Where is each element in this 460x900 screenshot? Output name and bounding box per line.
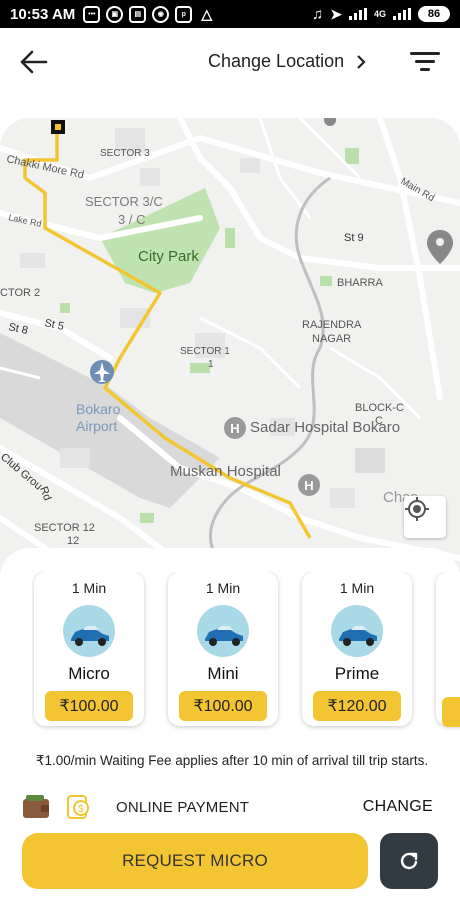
- chevron-right-icon: [357, 54, 366, 69]
- map-canvas: H H Chakki More Rd SECTOR 3 SECTOR 3/C 3…: [0, 118, 460, 578]
- map-label: Bokaro: [76, 401, 121, 417]
- refresh-button[interactable]: [380, 833, 438, 889]
- headset-icon: ♫: [312, 5, 324, 23]
- notification-icons: ••• ▣ ▤ ◉ p △: [83, 5, 215, 23]
- change-location-label: Change Location: [208, 51, 345, 71]
- battery-indicator: 86: [418, 6, 450, 22]
- back-arrow-icon[interactable]: [18, 48, 50, 76]
- status-bar: 10:53 AM ••• ▣ ▤ ◉ p △ ♫ ➤ 4G 86: [0, 0, 460, 28]
- ride-price: ₹120.00: [313, 691, 401, 721]
- payment-row: $ ONLINE PAYMENT CHANGE: [22, 794, 442, 822]
- refresh-icon: [400, 852, 418, 870]
- map-label: Airport: [76, 418, 117, 434]
- map-view[interactable]: H H Chakki More Rd SECTOR 3 SECTOR 3/C 3…: [0, 118, 460, 578]
- map-label: Muskan Hospital: [170, 463, 281, 480]
- map-label: City Park: [138, 248, 199, 265]
- car-icon: [331, 605, 383, 657]
- svg-text:H: H: [230, 421, 239, 436]
- signal-icon: [348, 8, 367, 20]
- drive-icon: △: [201, 5, 213, 22]
- ride-eta: 1 Min: [205, 580, 241, 596]
- car-icon: [197, 605, 249, 657]
- ride-price: ₹100.00: [179, 691, 267, 721]
- ride-card-micro[interactable]: 1 Min Micro ₹100.00: [34, 572, 144, 726]
- location-icon: ➤: [330, 5, 342, 22]
- chrome-icon: ◉: [152, 5, 170, 23]
- message-icon: •••: [83, 5, 101, 23]
- status-right: ♫ ➤ 4G 86: [312, 6, 450, 23]
- wallet-icon: [23, 795, 49, 818]
- map-label: Sadar Hospital Bokaro: [250, 419, 400, 436]
- app-header: Change Location: [0, 28, 460, 98]
- payment-method-label: ONLINE PAYMENT: [116, 799, 250, 816]
- ride-price-partial: [442, 697, 460, 727]
- map-label: BLOCK-C: [355, 402, 404, 414]
- ride-eta: 1 Min: [71, 580, 107, 596]
- ride-card-mini[interactable]: 1 Min Mini ₹100.00: [168, 572, 278, 726]
- hospital-pin-icon-2: H: [298, 474, 320, 496]
- network-type: 4G: [373, 9, 386, 19]
- filter-icon[interactable]: [410, 50, 440, 74]
- ride-options[interactable]: 1 Min Micro ₹100.00 1 Min Mini ₹100.00 1…: [32, 572, 460, 732]
- status-time: 10:53 AM: [10, 5, 76, 23]
- ride-name: Mini: [207, 664, 239, 683]
- ride-price: ₹100.00: [45, 691, 133, 721]
- map-label: SECTOR 1: [180, 346, 230, 357]
- car-icon: [63, 605, 115, 657]
- map-label: SECTOR 12: [34, 522, 95, 534]
- signal-icon-2: [393, 8, 411, 20]
- map-label: RAJENDRA: [302, 319, 362, 331]
- map-label: BHARRA: [337, 277, 384, 289]
- map-label: 12: [67, 535, 79, 547]
- map-label: CTOR 2: [0, 287, 40, 299]
- paytm-icon: p: [175, 5, 193, 23]
- my-location-button[interactable]: [404, 496, 446, 538]
- online-payment-icon: $: [67, 795, 89, 819]
- ride-eta: 1 Min: [339, 580, 375, 596]
- map-label: SECTOR 3: [100, 148, 150, 159]
- airport-pin-icon: [90, 360, 114, 384]
- ride-card-prime[interactable]: 1 Min Prime ₹120.00: [302, 572, 412, 726]
- map-label: 3 / C: [118, 212, 145, 227]
- crosshair-icon: [405, 497, 429, 521]
- hospital-pin-icon: H: [224, 417, 246, 439]
- waiting-fee-notice: ₹1.00/min Waiting Fee applies after 10 m…: [35, 753, 429, 768]
- app-icon-2: ▤: [129, 5, 147, 23]
- change-location-button[interactable]: Change Location: [208, 51, 366, 72]
- map-label: SECTOR 3/C: [85, 194, 163, 209]
- ride-name: Prime: [334, 664, 380, 683]
- change-payment-button[interactable]: CHANGE: [363, 798, 433, 816]
- request-ride-button[interactable]: REQUEST MICRO: [22, 833, 368, 889]
- app-icon: ▣: [106, 5, 124, 23]
- map-label: 1: [208, 359, 214, 370]
- svg-text:H: H: [304, 478, 313, 493]
- svg-text:$: $: [78, 804, 84, 815]
- booking-sheet: 1 Min Micro ₹100.00 1 Min Mini ₹100.00 1…: [0, 548, 460, 900]
- map-label: St 9: [344, 232, 364, 244]
- ride-name: Micro: [68, 664, 110, 683]
- ride-card-partial[interactable]: [436, 572, 460, 727]
- map-label: NAGAR: [312, 333, 351, 345]
